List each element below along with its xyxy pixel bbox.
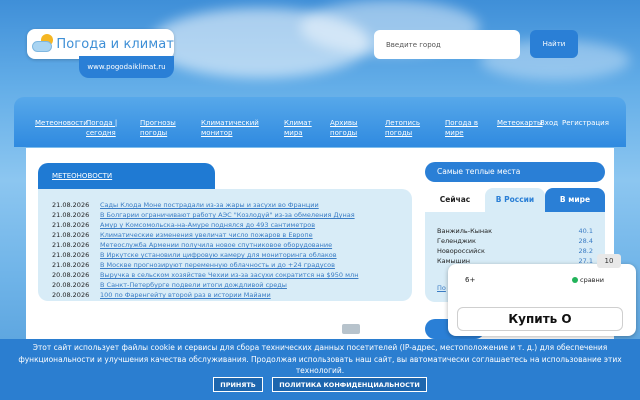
city-search-input[interactable] [374, 30, 520, 59]
news-date: 21.08.2026 [52, 251, 90, 259]
city-name: Новороссийск [437, 247, 485, 255]
list-item: Ванжиль-Кынак 40.1 [437, 227, 593, 236]
news-item: 21.08.2026 В Иркутске установили цифровую… [52, 251, 337, 260]
news-link[interactable]: Метеослужба Армении получила новое спутн… [100, 241, 332, 249]
image-thumbnail [342, 324, 360, 334]
nav-item-weather-archives[interactable]: Архивы погоды [330, 118, 362, 138]
nav-item-meteomaps[interactable]: Метеокарты [497, 118, 543, 128]
news-date: 21.08.2026 [52, 231, 90, 239]
news-link[interactable]: 100 по Фаренгейту второй раз в истории М… [100, 291, 271, 299]
ad-brand-name: сравни [580, 276, 604, 284]
temperature-value: 28.4 [578, 237, 593, 245]
site-logo[interactable]: Погода и климат [27, 29, 174, 59]
news-item: 20.08.2026 В Санкт-Петербурге подвели ито… [52, 281, 287, 290]
news-date: 20.08.2026 [52, 291, 90, 299]
news-item: 21.08.2026 В Болгарии ограничивают работу… [52, 211, 355, 220]
city-name: Ванжиль-Кынак [437, 227, 493, 235]
nav-item-climate-monitor[interactable]: Климатический монитор [201, 118, 261, 138]
news-date: 21.08.2026 [52, 201, 90, 209]
news-date: 20.08.2026 [52, 271, 90, 279]
news-date: 21.08.2026 [52, 241, 90, 249]
nav-item-weather-chronicle[interactable]: Летопись погоды [385, 118, 423, 138]
news-header[interactable]: МЕТЕОНОВОСТИ [38, 163, 215, 191]
news-link[interactable]: В Иркутске установили цифровую камеру дл… [100, 251, 337, 259]
ad-countdown-timer: 10 [597, 254, 621, 268]
tab-world[interactable]: В мире [545, 188, 605, 212]
news-date: 20.08.2026 [52, 281, 90, 289]
news-link[interactable]: В Москве прогнозируют переменную облачно… [100, 261, 335, 269]
news-link[interactable]: Выручка в сельском хозяйстве Чехии из-за… [100, 271, 358, 279]
warm-places-header: Самые теплые места [425, 162, 605, 182]
tab-russia[interactable]: В России [485, 188, 545, 212]
news-item: 21.08.2026 В Москве прогнозируют переменн… [52, 261, 335, 270]
city-name: Геленджик [437, 237, 476, 245]
news-item: 21.08.2026 Климатические изменения увелич… [52, 231, 313, 240]
news-item: 20.08.2026 100 по Фаренгейту второй раз в… [52, 291, 271, 300]
nav-item-world-climate[interactable]: Климат мира [284, 118, 314, 138]
ad-age-rating: 6+ [465, 276, 476, 284]
logo-text: Погода и климат [56, 36, 174, 52]
site-url[interactable]: www.pogodaiklimat.ru [79, 56, 174, 78]
news-link[interactable]: В Болгарии ограничивают работу АЭС "Козл… [100, 211, 355, 219]
cookie-consent-text: Этот сайт использует файлы cookie и серв… [18, 343, 622, 375]
nav-item-meteonews[interactable]: Метеоновости [35, 118, 88, 128]
nav-login[interactable]: Вход [540, 118, 558, 128]
news-item: 21.08.2026 Амур у Комсомольска-на-Амуре п… [52, 221, 315, 230]
sun-cloud-icon [31, 33, 53, 55]
nav-item-world-weather[interactable]: Погода в мире [445, 118, 479, 138]
warm-places-more-link[interactable]: По [437, 284, 446, 292]
news-link[interactable]: Сады Клода Моне пострадали из-за жары и … [100, 201, 319, 209]
warm-places-tabs: Сейчас В России В мире [425, 188, 605, 212]
ad-brand: сравни [572, 276, 604, 284]
nav-register[interactable]: Регистрация [562, 118, 609, 128]
privacy-policy-button[interactable]: ПОЛИТИКА КОНФИДЕНЦИАЛЬНОСТИ [272, 377, 427, 392]
nav-item-forecasts[interactable]: Прогнозы погоды [140, 118, 180, 138]
news-item: 20.08.2026 Выручка в сельском хозяйстве Ч… [52, 271, 358, 280]
news-link[interactable]: В Санкт-Петербурге подвели итоги дождлив… [100, 281, 287, 289]
list-item: Геленджик 28.4 [437, 237, 593, 246]
news-date: 21.08.2026 [52, 221, 90, 229]
temperature-value: 28.2 [578, 247, 593, 255]
news-date: 21.08.2026 [52, 261, 90, 269]
news-date: 21.08.2026 [52, 211, 90, 219]
news-link[interactable]: Амур у Комсомольска-на-Амуре поднялся до… [100, 221, 315, 229]
temperature-value: 40.1 [578, 227, 593, 235]
news-item: 21.08.2026 Метеослужба Армении получила н… [52, 241, 332, 250]
news-item: 21.08.2026 Сады Клода Моне пострадали из-… [52, 201, 319, 210]
search-button[interactable]: Найти [530, 30, 578, 58]
list-item: Новороссийск 28.2 [437, 247, 593, 256]
nav-item-weather-today[interactable]: Погода | сегодня [86, 118, 120, 138]
brand-logo-icon [572, 277, 578, 283]
tab-now[interactable]: Сейчас [425, 188, 485, 212]
accept-cookies-button[interactable]: ПРИНЯТЬ [213, 377, 263, 392]
news-link[interactable]: Климатические изменения увеличат число п… [100, 231, 313, 239]
ad-buy-button[interactable]: Купить О [457, 307, 623, 331]
